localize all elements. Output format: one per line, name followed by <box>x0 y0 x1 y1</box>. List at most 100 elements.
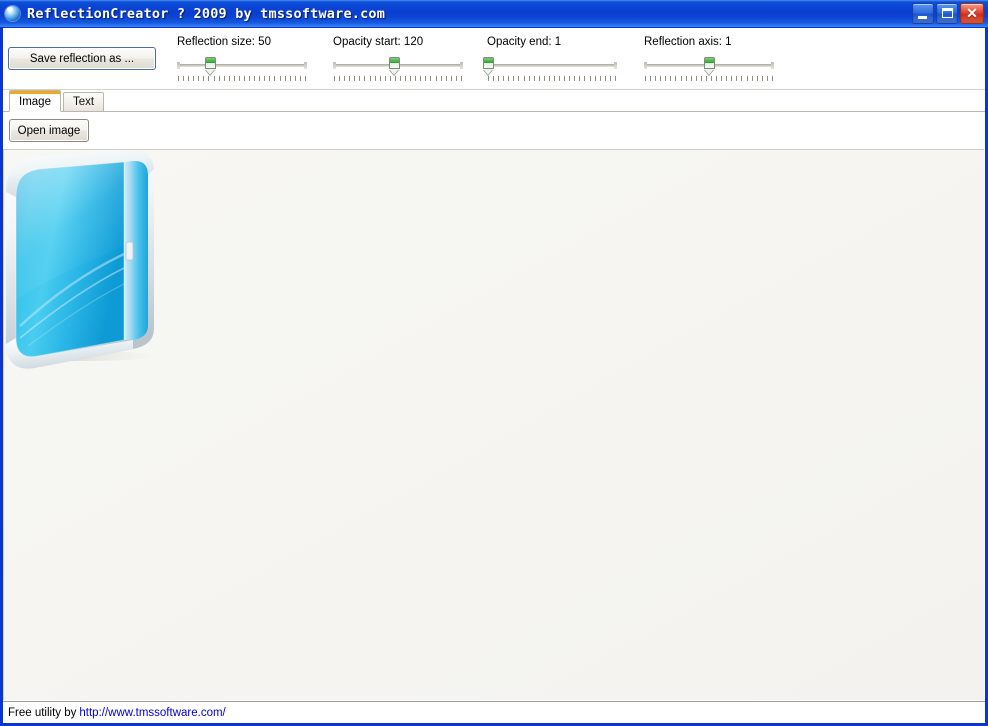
slider-tick <box>604 76 606 81</box>
slider-tick <box>584 76 586 81</box>
reflection-axis-label: Reflection axis: 1 <box>644 36 732 48</box>
slider-tick <box>394 76 396 81</box>
slider-tick <box>771 76 773 81</box>
save-reflection-button[interactable]: Save reflection as ... <box>8 47 156 70</box>
slider-tick <box>685 76 687 81</box>
image-preview-panel[interactable] <box>3 149 984 700</box>
slider-tick <box>259 76 261 81</box>
slider-tick <box>389 76 391 81</box>
slider-thumb[interactable] <box>204 57 216 76</box>
sphere-icon <box>3 4 22 23</box>
toolbar: Save reflection as ... Reflection size: … <box>3 28 985 90</box>
slider-tick <box>410 76 412 81</box>
slider-tick <box>523 76 525 81</box>
reflection-axis-slider[interactable] <box>644 55 774 85</box>
slider-tick <box>193 76 195 81</box>
minimize-icon <box>918 16 927 19</box>
opacity-end-label: Opacity end: 1 <box>487 36 562 48</box>
slider-group-opacity-start: Opacity start: 120 <box>333 36 463 85</box>
open-image-button[interactable]: Open image <box>9 119 89 142</box>
tab-page-image: Open image <box>3 112 985 701</box>
slider-tick <box>213 76 215 81</box>
slider-tick <box>488 76 489 81</box>
slider-tick <box>579 76 581 81</box>
slider-tick <box>680 76 682 81</box>
slider-tick <box>498 76 500 81</box>
slider-tick <box>695 76 697 81</box>
close-button[interactable]: ✕ <box>960 3 984 24</box>
slider-tick <box>690 76 692 81</box>
slider-tick <box>228 76 230 81</box>
slider-tick <box>450 76 452 81</box>
box-hang-tab <box>125 241 134 261</box>
slider-tick <box>721 76 723 81</box>
status-prefix: Free utility by <box>8 706 77 719</box>
slider-tick <box>279 76 281 81</box>
slider-ticks <box>645 76 773 83</box>
tmssoftware-link[interactable]: http://www.tmssoftware.com/ <box>79 707 225 719</box>
slider-tick <box>559 76 561 81</box>
tab-text-label: Text <box>72 96 95 108</box>
client-area: Save reflection as ... Reflection size: … <box>3 27 985 701</box>
slider-tick <box>354 76 356 81</box>
slider-tick <box>766 76 768 81</box>
slider-tick <box>238 76 240 81</box>
slider-tick <box>513 76 515 81</box>
slider-tick <box>665 76 667 81</box>
slider-tick <box>384 76 386 81</box>
slider-tick <box>440 76 442 81</box>
slider-tick <box>183 76 185 81</box>
slider-tick <box>289 76 291 81</box>
slider-thumb[interactable] <box>704 57 715 76</box>
slider-tick <box>548 76 550 81</box>
tab-text[interactable]: Text <box>62 92 105 111</box>
slider-tick <box>405 76 407 81</box>
slider-tick <box>589 76 591 81</box>
box-body <box>6 150 154 369</box>
slider-tick <box>493 76 495 81</box>
slider-tick <box>538 76 540 81</box>
slider-tick <box>554 76 556 81</box>
slider-tick <box>761 76 763 81</box>
reflection-size-slider[interactable] <box>177 55 307 85</box>
slider-tick <box>518 76 520 81</box>
slider-tick <box>284 76 286 81</box>
slider-track[interactable] <box>487 62 617 69</box>
slider-tick <box>460 76 462 81</box>
opacity-end-slider[interactable] <box>483 55 617 85</box>
tab-image[interactable]: Image <box>9 90 61 112</box>
slider-tick <box>569 76 571 81</box>
reflection-size-label: Reflection size: 50 <box>177 36 271 48</box>
slider-tick <box>645 76 646 81</box>
slider-tick <box>374 76 376 81</box>
slider-tick <box>741 76 743 81</box>
slider-ticks <box>488 76 616 83</box>
slider-group-reflection-size: Reflection size: 50 <box>177 36 307 85</box>
slider-tick <box>594 76 596 81</box>
slider-tick <box>746 76 748 81</box>
slider-thumb[interactable] <box>389 57 401 76</box>
slider-track[interactable] <box>177 62 307 69</box>
slider-tick <box>543 76 545 81</box>
software-box-svg <box>4 150 158 450</box>
slider-tick <box>670 76 672 81</box>
slider-tick <box>339 76 341 81</box>
slider-tick <box>274 76 276 81</box>
slider-tick <box>349 76 351 81</box>
opacity-start-slider[interactable] <box>333 55 463 85</box>
slider-tick <box>675 76 677 81</box>
slider-tick <box>208 76 210 81</box>
slider-group-opacity-end: Opacity end: 1 <box>483 36 617 85</box>
slider-thumb[interactable] <box>483 57 495 76</box>
maximize-button[interactable] <box>936 3 958 24</box>
slider-tick <box>400 76 402 81</box>
slider-tick <box>751 76 753 81</box>
save-reflection-wrapper: Save reflection as ... <box>8 47 156 70</box>
minimize-button[interactable] <box>912 3 934 24</box>
slider-tick <box>415 76 417 81</box>
slider-tick <box>445 76 447 81</box>
slider-tick <box>334 76 335 81</box>
slider-tick <box>269 76 271 81</box>
slider-tick <box>705 76 707 81</box>
slider-tick <box>203 76 205 81</box>
